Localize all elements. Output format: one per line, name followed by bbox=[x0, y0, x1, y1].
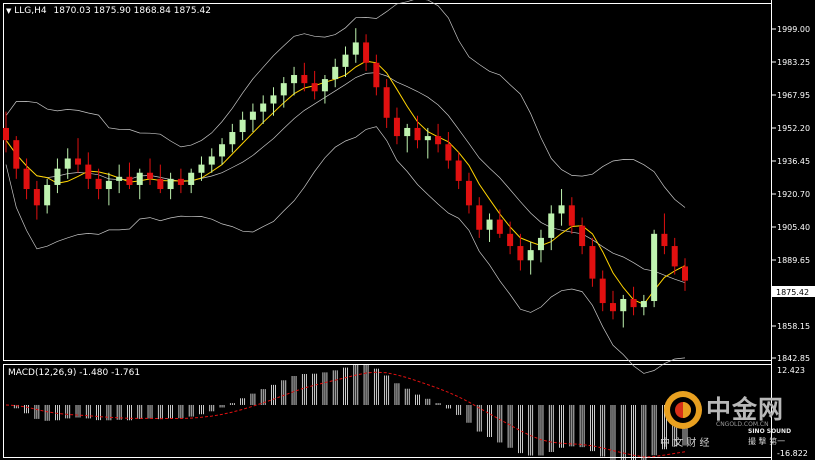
price-tick: 1842.85 bbox=[777, 354, 810, 363]
price-chart[interactable]: 1999.00 1983.25 1967.95 1952.20 1936.45 … bbox=[0, 0, 815, 460]
candle-body bbox=[311, 83, 318, 92]
watermark-domain: CNGOLD.COM.CN bbox=[716, 421, 769, 428]
candle-body bbox=[486, 219, 493, 230]
price-tick: 1999.00 bbox=[777, 25, 810, 34]
macd-histogram bbox=[13, 364, 688, 460]
price-tick: 1983.25 bbox=[777, 58, 810, 67]
candle-body bbox=[64, 158, 71, 169]
chart-title-bar[interactable]: ▼ LLG,H4 1870.03 1875.90 1868.84 1875.42 bbox=[6, 6, 211, 16]
candle-body bbox=[404, 127, 411, 137]
candle-body bbox=[188, 172, 195, 185]
candle-body bbox=[239, 119, 246, 133]
candle-body bbox=[352, 42, 359, 55]
chart-menu-icon[interactable]: ▼ bbox=[6, 7, 11, 15]
price-tick: 1905.40 bbox=[777, 223, 810, 232]
candle-body bbox=[177, 178, 184, 185]
bollinger-lower bbox=[5, 126, 686, 374]
bollinger-middle bbox=[5, 72, 686, 284]
candle-body bbox=[609, 303, 616, 312]
candle-body bbox=[435, 136, 442, 145]
candle-body bbox=[640, 301, 647, 308]
symbol-timeframe: LLG,H4 bbox=[14, 6, 47, 16]
watermark-sub-right: SINO SOUND bbox=[748, 428, 792, 435]
candle-body bbox=[568, 205, 575, 226]
candle-body bbox=[537, 237, 544, 251]
candle-body bbox=[116, 176, 123, 181]
candle-body bbox=[476, 205, 483, 230]
candle-body bbox=[260, 103, 267, 112]
candle-body bbox=[424, 136, 431, 141]
candle-body bbox=[393, 117, 400, 137]
candle-body bbox=[651, 233, 658, 302]
candle-body bbox=[54, 168, 61, 185]
candle-body bbox=[548, 213, 555, 238]
candle-body bbox=[321, 79, 328, 92]
price-tick: 1858.15 bbox=[777, 322, 810, 331]
candle-body bbox=[85, 164, 92, 179]
price-tick: 1920.70 bbox=[777, 190, 810, 199]
candle-body bbox=[157, 178, 164, 190]
candle-body bbox=[507, 233, 514, 247]
bollinger-upper bbox=[5, 0, 686, 208]
cngold-logo bbox=[664, 391, 702, 429]
ohlc-values: 1870.03 1875.90 1868.84 1875.42 bbox=[53, 6, 211, 16]
candle-body bbox=[620, 298, 627, 312]
watermark-sub-left: 中 文 财 经 bbox=[660, 438, 710, 449]
macd-axis-top: 12.423 bbox=[777, 366, 805, 375]
candle-body bbox=[579, 225, 586, 247]
candle-body bbox=[229, 132, 236, 145]
candle-body bbox=[249, 111, 256, 120]
macd-indicator-label[interactable]: MACD(12,26,9) -1.480 -1.761 bbox=[8, 368, 140, 378]
candle-body bbox=[630, 298, 637, 308]
candle-body bbox=[342, 54, 349, 67]
candle-body bbox=[332, 66, 339, 80]
candle-body bbox=[270, 95, 277, 104]
candle-body bbox=[208, 156, 215, 165]
candle-body bbox=[198, 164, 205, 173]
candle-body bbox=[383, 87, 390, 118]
candle-body bbox=[23, 168, 30, 190]
candle-body bbox=[44, 184, 51, 206]
macd-params: MACD(12,26,9) -1.480 -1.761 bbox=[8, 368, 141, 378]
candle-body bbox=[558, 205, 565, 214]
candle-body bbox=[414, 127, 421, 141]
candle-body bbox=[682, 266, 688, 281]
candle-body bbox=[373, 62, 380, 88]
watermark-sub-right2: 撮 撃 第一 bbox=[748, 437, 786, 446]
price-axis: 1999.00 1983.25 1967.95 1952.20 1936.45 … bbox=[771, 25, 815, 363]
candle-body bbox=[599, 278, 606, 304]
candle-body bbox=[33, 189, 40, 206]
current-price-label: 1875.42 bbox=[776, 288, 809, 297]
candle-body bbox=[126, 176, 133, 185]
candle-body bbox=[95, 178, 102, 190]
candle-body bbox=[455, 160, 462, 181]
candle-body bbox=[445, 144, 452, 161]
candle-body bbox=[301, 75, 308, 84]
price-tick: 1889.65 bbox=[777, 256, 810, 265]
candle-body bbox=[167, 178, 174, 190]
candle-body bbox=[517, 246, 524, 261]
candle-body bbox=[291, 75, 298, 84]
macd-axis-bottom: -16.822 bbox=[777, 449, 808, 458]
candle-body bbox=[219, 144, 226, 157]
candle-body bbox=[75, 158, 82, 165]
candle-body bbox=[147, 172, 154, 179]
price-tick: 1952.20 bbox=[777, 124, 810, 133]
candle-body bbox=[363, 42, 370, 63]
candle-body bbox=[671, 246, 678, 267]
candle-body bbox=[496, 219, 503, 234]
price-tick: 1967.95 bbox=[777, 91, 810, 100]
candle-body bbox=[136, 172, 143, 185]
price-tick: 1936.45 bbox=[777, 157, 810, 166]
candle-body bbox=[589, 246, 596, 279]
candle-body bbox=[527, 250, 534, 261]
candle-body bbox=[465, 180, 472, 206]
candle-body bbox=[3, 127, 9, 141]
candle-body bbox=[661, 233, 668, 247]
candle-body bbox=[280, 83, 287, 96]
candle-body bbox=[105, 180, 112, 190]
candle-body bbox=[13, 140, 20, 169]
